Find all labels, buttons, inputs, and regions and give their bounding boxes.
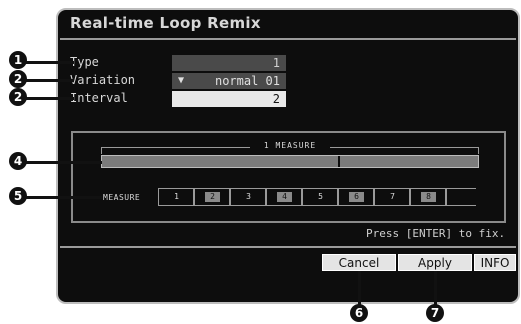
info-button[interactable]: INFO (474, 254, 516, 271)
title-divider (60, 38, 516, 40)
callout-4-leader (18, 161, 102, 164)
variation-value: normal 01 (214, 74, 280, 88)
type-value: 1 (272, 56, 280, 70)
callout-1-badge: 1 (9, 51, 27, 69)
apply-button[interactable]: Apply (398, 254, 472, 271)
callout-2a-badge: 2 (9, 70, 27, 88)
variation-label: Variation (70, 73, 136, 87)
variation-select[interactable]: ▼ normal 01 (172, 73, 286, 89)
measure-row-label: MEASURE (103, 193, 141, 202)
measure-range-label: 1 MEASURE (250, 141, 330, 150)
type-field[interactable]: 1 (172, 55, 286, 71)
interval-label: Interval (70, 91, 128, 105)
interval-value: 2 (272, 92, 280, 106)
button-divider (60, 246, 516, 248)
measure-cell-6: 6 (338, 188, 374, 206)
cancel-button[interactable]: Cancel (322, 254, 396, 271)
measure-cell-8: 8 (410, 188, 446, 206)
measure-cell-5: 5 (302, 188, 338, 206)
callout-6-leader (358, 271, 361, 307)
dropdown-arrow-icon: ▼ (178, 75, 185, 86)
type-label: Type (70, 55, 99, 69)
callout-2b-badge: 2 (9, 88, 27, 106)
callout-5-badge: 5 (9, 187, 27, 205)
callout-7-leader (434, 271, 437, 307)
callout-5-leader (18, 196, 102, 199)
measure-cell-2: 2 (194, 188, 230, 206)
measure-cell-1: 1 (158, 188, 194, 206)
measure-cell-3: 3 (230, 188, 266, 206)
playback-position-marker (338, 156, 340, 167)
interval-field[interactable]: 2 (172, 91, 286, 107)
measure-range-cap-right (478, 147, 479, 154)
measure-cell-4: 4 (266, 188, 302, 206)
callout-6-badge: 6 (350, 304, 368, 322)
measure-range-cap-left (101, 147, 102, 154)
callout-4-badge: 4 (9, 152, 27, 170)
enter-hint: Press [ENTER] to fix. (366, 227, 506, 240)
page-title: Real-time Loop Remix (70, 14, 261, 32)
loop-position-bar (101, 155, 479, 168)
callout-7-badge: 7 (426, 304, 444, 322)
measure-cell-empty (446, 188, 476, 206)
measure-cell-7: 7 (374, 188, 410, 206)
